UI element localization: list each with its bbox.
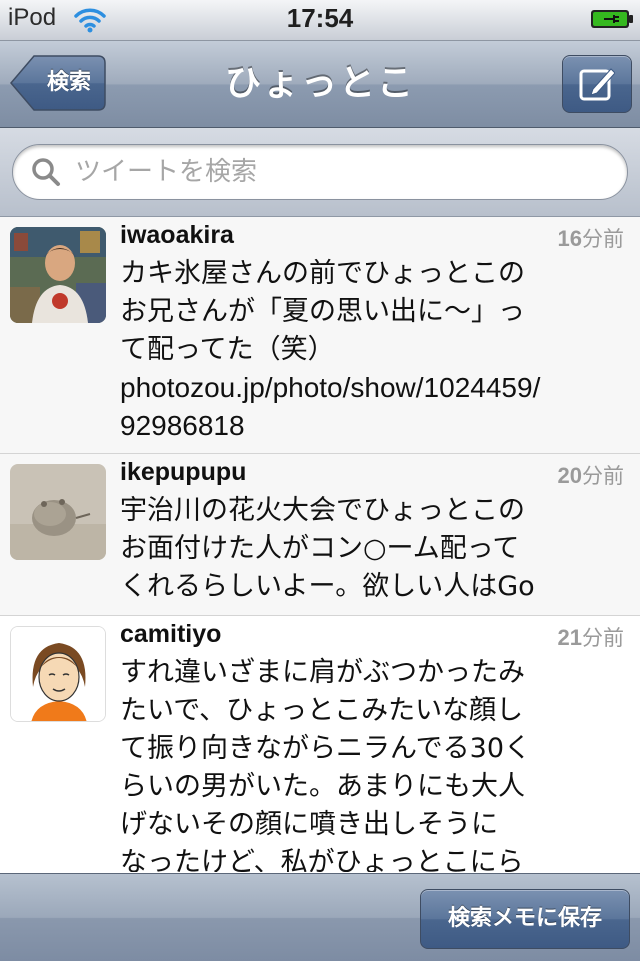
tweet-text: カキ氷屋さんの前でひょっとこの お兄さんが「夏の思い出に〜」っ て配ってた（笑）… — [120, 255, 590, 445]
bottom-toolbar: 検索メモに保存 — [0, 873, 640, 961]
tweet-time-value: 21 — [557, 625, 582, 650]
tweet-text-line: すれ違いざまに肩がぶつかったみ — [120, 657, 525, 688]
battery-charging-icon — [591, 10, 633, 28]
tweet-text-line: げないその顔に噴き出しそうに — [120, 809, 498, 840]
tweet-time-unit: 分前 — [582, 227, 624, 251]
tweet-time: 21分前 — [558, 622, 624, 652]
tweet-text-line: お兄さんが「夏の思い出に〜」っ — [120, 296, 525, 327]
page-title: ひょっとこ — [224, 63, 415, 104]
tweet-text-line: カキ氷屋さんの前でひょっとこの — [120, 258, 525, 289]
avatar — [10, 626, 106, 722]
tweet-text-line: くれるらしいよー。欲しい人はGo — [120, 571, 535, 602]
tweet-time-unit: 分前 — [582, 626, 624, 650]
tweet-list[interactable]: iwaoakira 16分前 カキ氷屋さんの前でひょっとこの お兄さんが「夏の思… — [0, 217, 640, 872]
tweet-time-value: 16 — [557, 226, 582, 251]
back-button[interactable]: 検索 — [10, 55, 106, 111]
compose-icon — [579, 68, 615, 101]
tweet-row[interactable]: ikepupupu 20分前 宇治川の花火大会でひょっとこの お面付けた人がコン… — [0, 454, 640, 616]
tweet-time: 16分前 — [558, 223, 624, 253]
search-icon — [32, 158, 60, 186]
tweet-username[interactable]: camitiyo — [120, 620, 221, 649]
tweet-text-line: て配ってた（笑） — [120, 334, 335, 365]
tweet-text: 宇治川の花火大会でひょっとこの お面付けた人がコン○ーム配って くれるらしいよー… — [120, 492, 590, 606]
tweet-row[interactable]: iwaoakira 16分前 カキ氷屋さんの前でひょっとこの お兄さんが「夏の思… — [0, 217, 640, 454]
tweet-time-value: 20 — [557, 463, 582, 488]
tweet-row[interactable]: camitiyo 21分前 すれ違いざまに肩がぶつかったみ たいで、ひょっとこみ… — [0, 616, 640, 872]
tweet-link[interactable]: 92986818 — [120, 407, 590, 445]
tweet-text-line: 宇治川の花火大会でひょっとこの — [120, 495, 525, 526]
tweet-text: すれ違いざまに肩がぶつかったみ たいで、ひょっとこみたいな顔し て振り向きながら… — [120, 654, 590, 872]
avatar — [10, 227, 106, 323]
compose-button[interactable] — [562, 55, 632, 113]
status-bar: iPod 17:54 — [0, 0, 640, 41]
tweet-link[interactable]: photozou.jp/photo/show/1024459/ — [120, 369, 590, 407]
search-bar: ツイートを検索 — [0, 128, 640, 217]
tweet-text-line: お面付けた人がコン○ーム配って — [120, 533, 520, 564]
search-placeholder: ツイートを検索 — [75, 157, 258, 187]
tweet-username[interactable]: ikepupupu — [120, 458, 246, 487]
navigation-bar: 検索 ひょっとこ — [0, 41, 640, 128]
tweet-time: 20分前 — [558, 460, 624, 490]
tweet-username[interactable]: iwaoakira — [120, 221, 234, 250]
avatar — [10, 464, 106, 560]
tweet-text-line: なったけど、私がひょっとこにら — [120, 847, 524, 872]
save-search-button[interactable]: 検索メモに保存 — [420, 889, 630, 949]
search-input[interactable]: ツイートを検索 — [12, 144, 628, 200]
back-button-label: 検索 — [46, 70, 91, 95]
clock: 17:54 — [286, 3, 354, 33]
tweet-text-line: て振り向きながらニラんでる30く — [120, 733, 532, 764]
tweet-text-line: らいの男がいた。あまりにも大人 — [120, 771, 525, 802]
tweet-text-line: たいで、ひょっとこみたいな顔し — [120, 695, 524, 726]
tweet-time-unit: 分前 — [582, 464, 624, 488]
